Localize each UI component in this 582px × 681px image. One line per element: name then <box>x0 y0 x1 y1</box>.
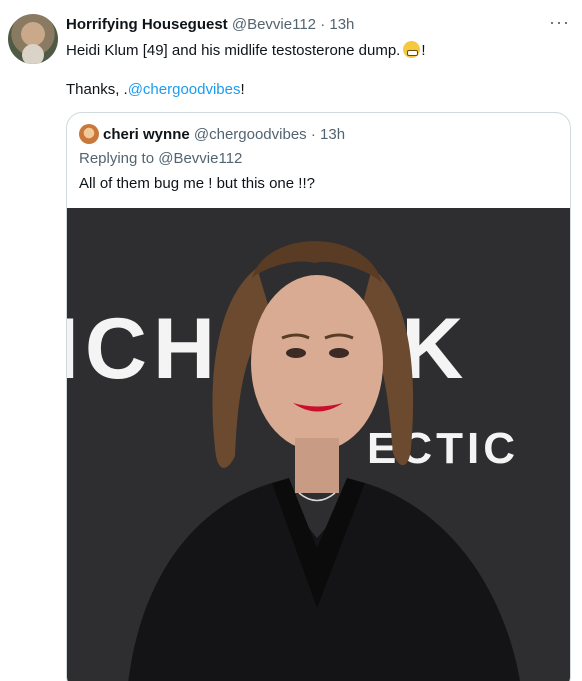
author-avatar[interactable] <box>8 14 58 64</box>
separator-dot: · <box>310 126 316 143</box>
author-name[interactable]: Horrifying Houseguest <box>66 16 228 33</box>
quoted-author-handle[interactable]: @chergoodvibes <box>194 126 307 143</box>
tweet-text-part: Heidi Klum [49] and his midlife testoste… <box>66 42 401 59</box>
photo-illustration: ICH EL K ECTIC <box>67 208 570 681</box>
neck <box>295 438 339 493</box>
quoted-tweet-card[interactable]: cheri wynne @chergoodvibes · 13h Replyin… <box>66 112 571 681</box>
replying-to-label: Replying to @Bevvie112 <box>79 150 243 167</box>
author-handle[interactable]: @Bevvie112 <box>232 16 316 33</box>
tweet-time[interactable]: 13h <box>329 16 354 33</box>
tweet-text-part: Thanks, . <box>66 81 128 98</box>
mention-link[interactable]: @chergoodvibes <box>128 81 241 98</box>
grimace-emoji-icon <box>403 41 421 58</box>
tweet-text-part: ! <box>421 42 426 59</box>
quoted-author-name[interactable]: cheri wynne <box>103 126 190 143</box>
tweet-photo[interactable]: ICH EL K ECTIC <box>67 208 570 681</box>
quoted-tweet-time[interactable]: 13h <box>320 126 345 143</box>
tweet-text-line2: Thanks, .@chergoodvibes! <box>66 81 245 98</box>
face <box>251 275 383 451</box>
tweet-text-part: ! <box>240 81 245 98</box>
tweet-text-line1: Heidi Klum [49] and his midlife testoste… <box>66 41 426 59</box>
tweet-header: Horrifying Houseguest @Bevvie112 · 13h <box>66 16 354 33</box>
quoted-tweet-header: cheri wynne @chergoodvibes · 13h <box>103 126 345 143</box>
quoted-author-avatar[interactable] <box>79 124 99 144</box>
separator-dot: · <box>320 16 326 33</box>
quoted-tweet-text: All of them bug me ! but this one !!? <box>79 175 315 192</box>
backdrop-lettering-bottom: ECTIC <box>367 424 519 473</box>
more-options-icon[interactable]: ··· <box>549 12 570 33</box>
